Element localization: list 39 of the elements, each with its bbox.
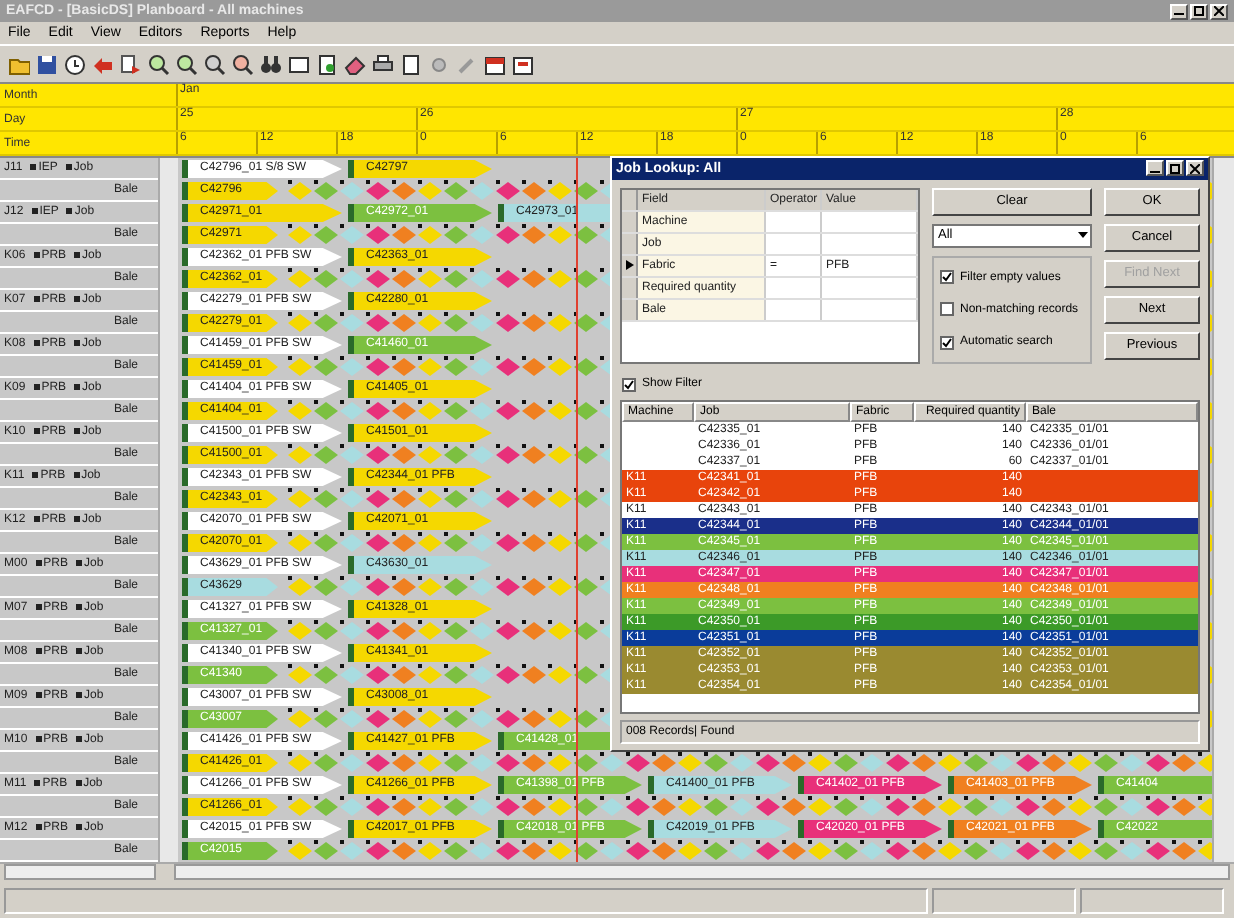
grid-corner <box>622 189 638 210</box>
chart-icon[interactable] <box>512 53 534 75</box>
zoom-in-icon[interactable] <box>148 53 170 75</box>
horizontal-scrollbar[interactable] <box>174 864 1230 880</box>
binoculars-icon[interactable] <box>260 53 282 75</box>
maximize-icon <box>1194 6 1204 16</box>
status-panel <box>1080 888 1224 914</box>
checkbox[interactable] <box>622 377 636 392</box>
maximize-button[interactable] <box>1190 3 1208 19</box>
folder-icon[interactable] <box>8 53 30 75</box>
printer-icon[interactable] <box>372 53 394 75</box>
save-icon[interactable] <box>36 53 58 75</box>
calendar-icon[interactable] <box>484 53 506 75</box>
document-icon[interactable] <box>316 53 338 75</box>
row-selector[interactable] <box>622 255 638 276</box>
close-icon <box>1214 6 1224 16</box>
checkbox[interactable] <box>940 335 954 350</box>
maximize-button[interactable] <box>1166 160 1184 177</box>
minimize-button[interactable] <box>1146 160 1164 177</box>
zoom-icon[interactable] <box>204 53 226 75</box>
zoom-out-icon[interactable] <box>176 53 198 75</box>
minimize-button[interactable] <box>1170 3 1188 19</box>
horizontal-scrollbar[interactable] <box>4 864 156 880</box>
status-panel <box>932 888 1076 914</box>
close-button[interactable] <box>1186 160 1204 177</box>
window-icon[interactable] <box>288 53 310 75</box>
checkbox[interactable] <box>940 270 954 285</box>
checkbox[interactable] <box>940 302 954 317</box>
vertical-scrollbar[interactable] <box>158 158 178 862</box>
close-icon <box>1190 163 1200 174</box>
vertical-scrollbar[interactable] <box>1212 158 1234 862</box>
page-arrow-icon[interactable] <box>120 53 142 75</box>
close-button[interactable] <box>1210 3 1228 19</box>
preview-icon[interactable] <box>400 53 422 75</box>
zoom-dropdown-icon[interactable] <box>232 53 254 75</box>
maximize-icon <box>1170 163 1180 174</box>
clock-icon[interactable] <box>64 53 86 75</box>
eraser-icon[interactable] <box>344 53 366 75</box>
dropdown-arrow-icon <box>1076 228 1090 243</box>
